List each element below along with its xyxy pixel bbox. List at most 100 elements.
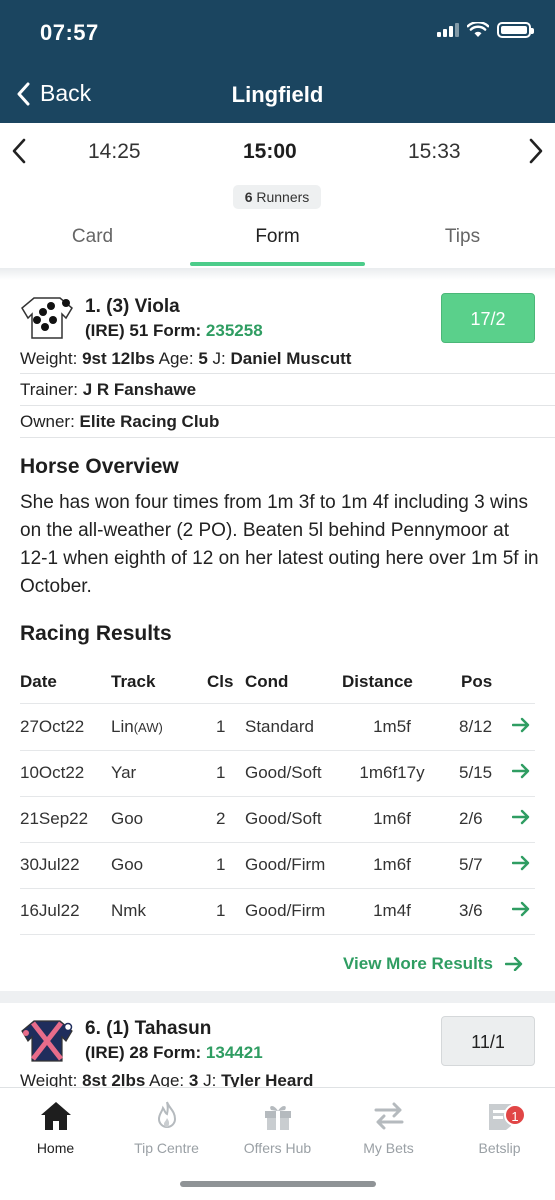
cell-track-value: Yar bbox=[111, 763, 137, 782]
weight-label: Weight: bbox=[20, 349, 78, 368]
wifi-icon bbox=[467, 22, 489, 37]
cell-pos-value: 8/12 bbox=[459, 717, 493, 736]
cell-pos: 8/12 bbox=[459, 717, 492, 737]
runner-name[interactable]: 1. (3) Viola bbox=[85, 296, 180, 318]
col-header-cond: Cond bbox=[245, 672, 289, 691]
cell-cond-value: Good/Firm bbox=[245, 901, 326, 920]
gift-icon bbox=[264, 1106, 291, 1130]
runner-meta-prefix: (IRE) 51 Form: bbox=[85, 321, 202, 340]
race-time-next[interactable]: 15:33 bbox=[408, 140, 461, 164]
cell-cls-value: 1 bbox=[216, 763, 226, 782]
tab-tips[interactable]: Tips bbox=[370, 222, 555, 266]
runner-trainer: Trainer: J R Fanshawe bbox=[20, 380, 196, 400]
cell-distance: 1m6f bbox=[357, 855, 427, 875]
nav-offers-hub[interactable]: Offers Hub bbox=[222, 1098, 333, 1156]
cell-cond: Good/Firm bbox=[245, 855, 325, 875]
view-more-results-link[interactable]: View More Results bbox=[343, 954, 523, 974]
jockey-value: Daniel Muscutt bbox=[230, 349, 352, 368]
cell-cls-value: 1 bbox=[216, 855, 226, 874]
view-more-label: View More Results bbox=[343, 954, 493, 973]
section-separator bbox=[0, 991, 555, 1003]
runners-count-number: 6 bbox=[244, 189, 253, 205]
divider bbox=[20, 405, 555, 406]
tab-card[interactable]: Card bbox=[0, 222, 185, 266]
arrow-right-icon[interactable] bbox=[512, 717, 530, 733]
owner-value: Elite Racing Club bbox=[79, 412, 220, 431]
cell-pos-value: 5/7 bbox=[459, 855, 483, 874]
divider bbox=[20, 703, 535, 704]
nav-tip-centre[interactable]: Tip Centre bbox=[111, 1098, 222, 1156]
previous-race-icon[interactable] bbox=[10, 137, 28, 165]
status-icons bbox=[437, 22, 534, 38]
runner-form: 134421 bbox=[205, 1043, 263, 1062]
arrow-right-icon[interactable] bbox=[512, 763, 530, 779]
runner-name[interactable]: 6. (1) Tahasun bbox=[85, 1018, 211, 1040]
age-label: Age: bbox=[158, 349, 194, 368]
cell-cls: 1 bbox=[216, 855, 225, 875]
cell-pos-value: 2/6 bbox=[459, 809, 483, 828]
cell-cond: Standard bbox=[245, 717, 314, 737]
table-row[interactable]: 16Jul22 Nmk 1 Good/Firm 1m4f 3/6 bbox=[0, 889, 555, 935]
arrow-right-icon bbox=[504, 957, 523, 971]
nav-my-bets[interactable]: My Bets bbox=[333, 1098, 444, 1156]
nav-label: Betslip bbox=[478, 1140, 521, 1156]
horse-overview-title: Horse Overview bbox=[20, 455, 179, 478]
cell-cond-value: Standard bbox=[245, 717, 314, 736]
cell-cls-value: 1 bbox=[216, 901, 226, 920]
nav-betslip[interactable]: Betslip 1 bbox=[444, 1098, 555, 1156]
cell-pos: 5/7 bbox=[459, 855, 483, 875]
col-header-track: Track bbox=[111, 672, 156, 691]
battery-icon bbox=[497, 22, 534, 38]
swap-arrows-icon bbox=[374, 1102, 403, 1130]
status-time: 07:57 bbox=[40, 20, 99, 45]
cell-distance: 1m4f bbox=[357, 901, 427, 921]
cell-distance-value: 1m6f17y bbox=[359, 763, 425, 782]
tab-form[interactable]: Form bbox=[185, 222, 370, 266]
race-time-current[interactable]: 15:00 bbox=[243, 140, 297, 164]
tab-bar: Card Form Tips bbox=[0, 222, 555, 268]
page-title: Lingfield bbox=[231, 82, 324, 107]
nav-home[interactable]: Home bbox=[0, 1098, 111, 1156]
odds-button[interactable]: 11/1 bbox=[441, 1016, 535, 1066]
runner-meta: (IRE) 28 Form: 134421 bbox=[85, 1043, 263, 1063]
arrow-right-icon[interactable] bbox=[512, 855, 530, 871]
cell-distance: 1m6f17y bbox=[357, 763, 427, 783]
table-row[interactable]: 21Sep22 Goo 2 Good/Soft 1m6f 2/6 bbox=[0, 797, 555, 843]
cell-cond-value: Good/Soft bbox=[245, 763, 322, 782]
cell-date: 10Oct22 bbox=[20, 763, 84, 783]
jockey-silks-icon bbox=[21, 297, 73, 339]
race-time-prev[interactable]: 14:25 bbox=[88, 140, 141, 164]
table-row[interactable]: 27Oct22 Lin(AW) 1 Standard 1m5f 8/12 bbox=[0, 705, 555, 751]
cell-distance: 1m5f bbox=[357, 717, 427, 737]
arrow-right-icon[interactable] bbox=[512, 901, 530, 917]
cell-track-value: Goo bbox=[111, 809, 144, 828]
table-row[interactable]: 30Jul22 Goo 1 Good/Firm 1m6f 5/7 bbox=[0, 843, 555, 889]
divider bbox=[20, 934, 535, 935]
cell-cond: Good/Firm bbox=[245, 901, 325, 921]
home-icon bbox=[40, 1102, 71, 1130]
cell-track-value: Nmk bbox=[111, 901, 146, 920]
cell-cls-value: 1 bbox=[216, 717, 226, 736]
arrow-right-icon[interactable] bbox=[512, 809, 530, 825]
cell-date-value: 10Oct22 bbox=[20, 763, 85, 782]
divider bbox=[20, 437, 555, 438]
runner-owner: Owner: Elite Racing Club bbox=[20, 412, 219, 432]
flame-icon bbox=[157, 1101, 176, 1128]
col-header-distance: Distance bbox=[342, 672, 413, 691]
cell-cls: 1 bbox=[216, 763, 225, 783]
app-header: 07:57 Back Lingfield bbox=[0, 0, 555, 123]
table-row[interactable]: 10Oct22 Yar 1 Good/Soft 1m6f17y 5/15 bbox=[0, 751, 555, 797]
cell-date-value: 21Sep22 bbox=[20, 809, 89, 828]
cell-track-value: Lin bbox=[111, 717, 134, 736]
odds-button[interactable]: 17/2 bbox=[441, 293, 535, 343]
signal-icon bbox=[437, 23, 459, 37]
cell-cond: Good/Soft bbox=[245, 763, 322, 783]
runner-meta: (IRE) 51 Form: 235258 bbox=[85, 321, 263, 341]
col-header-date: Date bbox=[20, 672, 57, 691]
col-header-cls: Cls bbox=[207, 672, 234, 691]
next-race-icon[interactable] bbox=[527, 137, 545, 165]
race-time-selector: 14:25 15:00 15:33 bbox=[0, 123, 555, 181]
cell-date: 30Jul22 bbox=[20, 855, 80, 875]
divider bbox=[20, 373, 555, 374]
trainer-label: Trainer: bbox=[20, 380, 78, 399]
